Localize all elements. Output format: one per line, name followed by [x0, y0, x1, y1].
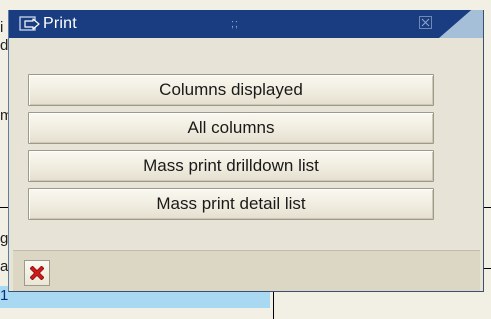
cancel-button[interactable] [24, 260, 50, 286]
red-x-cancel-icon [29, 265, 45, 281]
print-dialog: Print ;; Columns displayed All columns M… [8, 10, 484, 292]
dialog-titlebar[interactable]: Print ;; [9, 10, 483, 38]
titlebar-grip: ;; [231, 18, 240, 30]
print-options-panel: Columns displayed All columns Mass print… [13, 39, 480, 251]
dialog-title: Print [43, 15, 77, 32]
background-grid-line [273, 291, 274, 319]
columns-displayed-button[interactable]: Columns displayed [28, 74, 434, 106]
background-text-char: d [0, 37, 9, 54]
all-columns-button[interactable]: All columns [28, 112, 434, 144]
dialog-footer [13, 250, 480, 291]
background-text-char: m [0, 107, 13, 124]
titlebar-decoration [439, 10, 483, 38]
background-text-char: a [0, 258, 9, 275]
background-grid-line [0, 207, 8, 208]
mass-print-detail-list-button[interactable]: Mass print detail list [28, 188, 434, 220]
background-text-char: g [0, 230, 9, 247]
print-dialog-icon [19, 16, 41, 32]
close-icon[interactable] [419, 16, 432, 29]
mass-print-drilldown-list-button[interactable]: Mass print drilldown list [28, 150, 434, 182]
background-text-char: i [0, 19, 4, 36]
